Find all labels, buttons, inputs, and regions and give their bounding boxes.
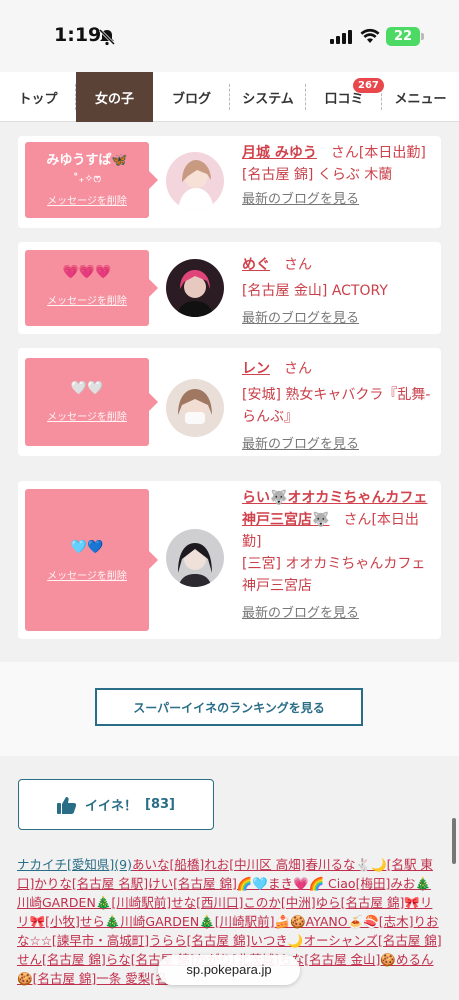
honorific: さん — [284, 361, 312, 377]
shop-name[interactable]: [名古屋 錦] くらぶ 木蘭 — [242, 164, 437, 186]
favorite-card: みゆうすぱ🦋 ˚₊✧ෆ メッセージを削除 月城 みゆう さん[本日出勤] [名古… — [18, 136, 441, 228]
message-bubble: 🩵💙 メッセージを削除 — [25, 489, 158, 631]
message-text: 💗💗💗 — [62, 265, 112, 280]
message-bubble: 🤍🤍 メッセージを削除 — [25, 358, 158, 446]
like-label: イイネ！ — [85, 799, 138, 814]
wifi-icon — [360, 28, 380, 43]
favorite-card: 🤍🤍 メッセージを削除 レン さん [安城] 熟女キャバクラ『乱舞-らんぶ』 最… — [18, 348, 441, 456]
message-text-line2: ˚₊✧ෆ — [73, 172, 101, 185]
like-button[interactable]: イイネ！ [83] — [18, 779, 214, 830]
girl-info: めぐ さん [名古屋 金山] ACTORY 最新のブログを見る — [242, 254, 437, 330]
clock: 1:19 — [54, 24, 102, 46]
status-bar: 1:19 22 — [0, 0, 459, 72]
thumbs-up-icon — [57, 796, 77, 814]
ranking-section: スーパーイイネのランキングを見る — [0, 662, 459, 756]
favorite-card: 🩵💙 メッセージを削除 らい🐺オオカミちゃんカフェ神戸三宮店🐺 さん[本日出勤]… — [18, 481, 441, 639]
tab-menu[interactable]: メニュー — [382, 72, 459, 122]
girl-info: レン さん [安城] 熟女キャバクラ『乱舞-らんぶ』 最新のブログを見る — [242, 358, 437, 456]
avatar[interactable] — [166, 259, 224, 317]
message-bubble: みゆうすぱ🦋 ˚₊✧ෆ メッセージを削除 — [25, 142, 158, 218]
attendance-status: [本日出勤] — [358, 145, 426, 161]
honorific: さん — [343, 512, 372, 528]
delete-message-link[interactable]: メッセージを削除 — [25, 192, 149, 207]
delete-message-link[interactable]: メッセージを削除 — [25, 567, 149, 582]
like-count: [83] — [145, 797, 175, 812]
tab-system[interactable]: システム — [230, 72, 306, 122]
girl-info: 月城 みゆう さん[本日出勤] [名古屋 錦] くらぶ 木蘭 最新のブログを見る — [242, 142, 437, 211]
main-nav: トップ 女の子 ブログ システム 口コミ メニュー 267 — [0, 72, 459, 122]
girl-info: らい🐺オオカミちゃんカフェ神戸三宮店🐺 さん[本日出勤] [三宮] オオカミちゃ… — [242, 487, 437, 625]
message-bubble: 💗💗💗 メッセージを削除 — [25, 250, 158, 326]
tab-top[interactable]: トップ — [0, 72, 76, 122]
shop-name[interactable]: [三宮] オオカミちゃんカフェ神戸三宮店 — [242, 553, 437, 597]
latest-blog-link[interactable]: 最新のブログを見る — [242, 189, 437, 211]
tab-blog[interactable]: ブログ — [153, 72, 230, 122]
message-text: みゆうすぱ🦋 — [46, 153, 128, 168]
girl-name-link[interactable]: 月城 みゆう — [242, 145, 317, 161]
avatar[interactable] — [166, 379, 224, 437]
bell-muted-icon — [98, 28, 116, 46]
latest-blog-link[interactable]: 最新のブログを見る — [242, 308, 437, 330]
battery-indicator: 22 — [386, 27, 424, 46]
honorific: さん — [284, 257, 312, 273]
reviews-count-badge: 267 — [353, 78, 384, 93]
latest-blog-link[interactable]: 最新のブログを見る — [242, 603, 437, 625]
message-text: 🤍🤍 — [70, 381, 104, 396]
liker-link[interactable]: ナカイチ[愛知県](9) — [17, 857, 132, 872]
url-bar[interactable]: sp.pokepara.jp — [158, 955, 300, 985]
girl-name-link[interactable]: めぐ — [242, 257, 270, 273]
cellular-signal-icon — [330, 30, 352, 44]
super-like-ranking-button[interactable]: スーパーイイネのランキングを見る — [95, 688, 363, 726]
favorite-card: 💗💗💗 メッセージを削除 めぐ さん [名古屋 金山] ACTORY 最新のブロ… — [18, 242, 441, 334]
tab-girls[interactable]: 女の子 — [76, 72, 153, 122]
message-text: 🩵💙 — [70, 540, 104, 555]
shop-name[interactable]: [安城] 熟女キャバクラ『乱舞-らんぶ』 — [242, 384, 437, 428]
shop-name[interactable]: [名古屋 金山] ACTORY — [242, 280, 437, 302]
girl-name-link[interactable]: レン — [242, 361, 270, 377]
honorific: さん — [330, 145, 359, 161]
delete-message-link[interactable]: メッセージを削除 — [25, 408, 149, 423]
avatar[interactable] — [166, 152, 224, 210]
avatar[interactable] — [166, 529, 224, 587]
delete-message-link[interactable]: メッセージを削除 — [25, 292, 149, 307]
latest-blog-link[interactable]: 最新のブログを見る — [242, 434, 437, 456]
scrollbar[interactable] — [452, 818, 456, 864]
